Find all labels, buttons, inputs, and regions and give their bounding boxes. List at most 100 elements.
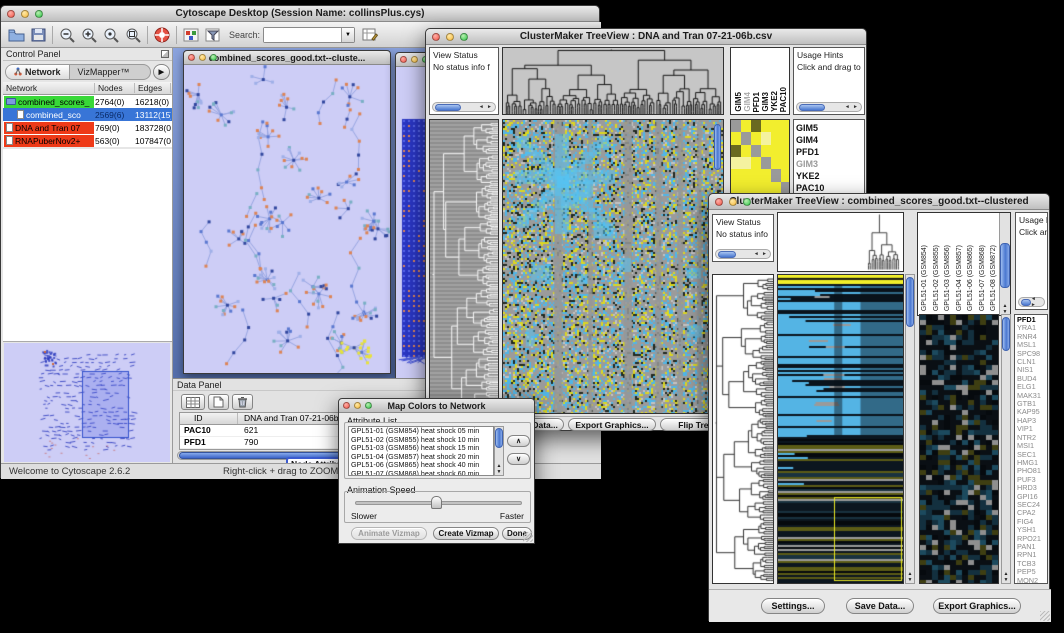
tv2-collabel-scrollbar[interactable]: ▲▼ [999,213,1010,315]
gene-label[interactable]: GIM5 [794,122,864,134]
close-icon[interactable] [432,33,440,41]
close-icon[interactable] [7,10,15,18]
matrix-cell[interactable] [751,132,761,144]
matrix-cell[interactable] [741,132,751,144]
matrix-cell[interactable] [761,132,771,144]
matrix-cell[interactable] [751,157,761,169]
column-header-id[interactable]: ID [180,413,238,424]
matrix-cell[interactable] [781,132,790,144]
move-down-button[interactable]: ∨ [507,453,530,465]
tv2-global-dendrogram[interactable] [777,212,904,272]
matrix-cell[interactable] [731,169,741,181]
zoom-fit-icon[interactable] [122,25,144,45]
matrix-cell[interactable] [771,157,781,169]
attribute-list-item[interactable]: GPL51-07 (GSM868) heat shock 60 min [349,470,493,477]
close-icon[interactable] [715,198,723,206]
tv1-hints-scrollbar[interactable]: ◄ ► [796,102,862,112]
tab-vizmapper[interactable]: VizMapper™ [70,65,138,79]
birdseye-overview[interactable] [4,343,170,462]
resize-grip[interactable] [523,532,533,542]
table-mode-icon[interactable] [181,394,205,410]
network-tree-row[interactable]: DNA and Tran 07769(0)183728(0) [3,121,172,134]
zoom-window-icon[interactable] [365,402,372,409]
attribute-browser-icon[interactable] [359,25,381,45]
save-icon[interactable] [27,25,49,45]
matrix-cell[interactable] [741,169,751,181]
settings-button[interactable]: Settings... [761,598,825,614]
tv1-status-scrollbar[interactable]: ◄ ► [432,102,496,112]
matrix-cell[interactable] [781,169,790,181]
export-graphics-button[interactable]: Export Graphics... [568,418,656,431]
animate-vizmap-button[interactable]: Animate Vizmap [351,527,427,540]
resize-grip[interactable] [1040,611,1050,621]
tv2-heatmap[interactable] [777,274,904,584]
tv1-heatmap[interactable] [502,119,724,414]
network-tree-row[interactable]: RNAPuberNov2+563(0)107847(0) [3,134,172,147]
treeview1-title-bar[interactable]: ClusterMaker TreeView : DNA and Tran 07-… [426,29,866,45]
similarity-matrix[interactable] [731,120,790,194]
matrix-cell[interactable] [731,145,741,157]
minimize-icon[interactable] [411,56,418,63]
tv1-row-dendrogram[interactable] [429,119,499,414]
open-file-icon[interactable] [5,25,27,45]
network-tree-row[interactable]: combined_scores_2764(0)16218(0) [3,95,172,108]
help-lifering-icon[interactable] [151,25,173,45]
matrix-cell[interactable] [761,120,771,132]
matrix-cell[interactable] [771,145,781,157]
network-tree-row[interactable]: combined_sco2569(6)13112(15) [3,108,172,121]
more-tabs-button[interactable]: ▶ [153,64,170,80]
save-data-button[interactable]: Save Data... [846,598,914,614]
zoom-in-icon[interactable] [78,25,100,45]
attribute-listbox[interactable]: GPL51-01 (GSM854) heat shock 05 minGPL51… [348,426,494,476]
matrix-cell[interactable] [781,145,790,157]
matrix-cell[interactable] [741,145,751,157]
tv2-gene-list[interactable]: PFD1YRA1RNR4MSL1SPC98CLN1NIS1BUD4ELG1MAK… [1014,314,1048,584]
matrix-cell[interactable] [781,157,790,169]
tv2-status-scrollbar[interactable]: ◄ ► [715,249,771,259]
close-icon[interactable] [188,54,195,61]
gene-label[interactable]: GIM4 [794,134,864,146]
gene-label[interactable]: MON2 [1015,577,1047,584]
vizmapper-icon[interactable] [180,25,202,45]
matrix-cell[interactable] [731,157,741,169]
matrix-cell[interactable] [751,169,761,181]
matrix-cell[interactable] [751,120,761,132]
zoom-window-icon[interactable] [460,33,468,41]
treeview2-title-bar[interactable]: ClusterMaker TreeView : combined_scores_… [709,194,1049,210]
main-title-bar[interactable]: Cytoscape Desktop (Session Name: collins… [1,6,599,22]
export-graphics-button[interactable]: Export Graphics... [933,598,1021,614]
matrix-cell[interactable] [741,157,751,169]
filter-icon[interactable] [202,25,224,45]
new-attribute-icon[interactable] [208,394,229,410]
matrix-cell[interactable] [761,169,771,181]
gene-label[interactable]: PFD1 [794,146,864,158]
float-panel-icon[interactable] [161,50,169,58]
minimize-icon[interactable] [446,33,454,41]
tv2-zoom-heatmap[interactable] [919,314,999,584]
minimize-icon[interactable] [21,10,29,18]
matrix-cell[interactable] [741,120,751,132]
move-up-button[interactable]: ∧ [507,435,530,447]
minimize-icon[interactable] [199,54,206,61]
matrix-cell[interactable] [771,169,781,181]
network-table-header[interactable]: Network Nodes Edges [3,82,172,95]
minimize-icon[interactable] [354,402,361,409]
network-view-title-bar[interactable]: combined_scores_good.txt--cluste... [184,51,390,65]
search-combobox[interactable]: ▼ [263,27,355,43]
zoom-out-icon[interactable] [56,25,78,45]
zoom-selected-icon[interactable] [100,25,122,45]
matrix-cell[interactable] [781,120,790,132]
matrix-cell[interactable] [731,132,741,144]
zoom-window-icon[interactable] [35,10,43,18]
close-icon[interactable] [400,56,407,63]
matrix-cell[interactable] [771,120,781,132]
tv1-heatmap-vscrollbar[interactable] [714,124,721,170]
tab-network[interactable]: Network [6,65,70,79]
tv2-row-dendrogram[interactable] [712,274,774,584]
tv2-genelist-scrollbar[interactable]: ▲▼ [1001,314,1011,584]
network-canvas[interactable] [184,65,390,373]
matrix-cell[interactable] [761,145,771,157]
close-icon[interactable] [343,402,350,409]
map-dialog-title-bar[interactable]: Map Colors to Network [339,399,534,413]
matrix-cell[interactable] [771,132,781,144]
